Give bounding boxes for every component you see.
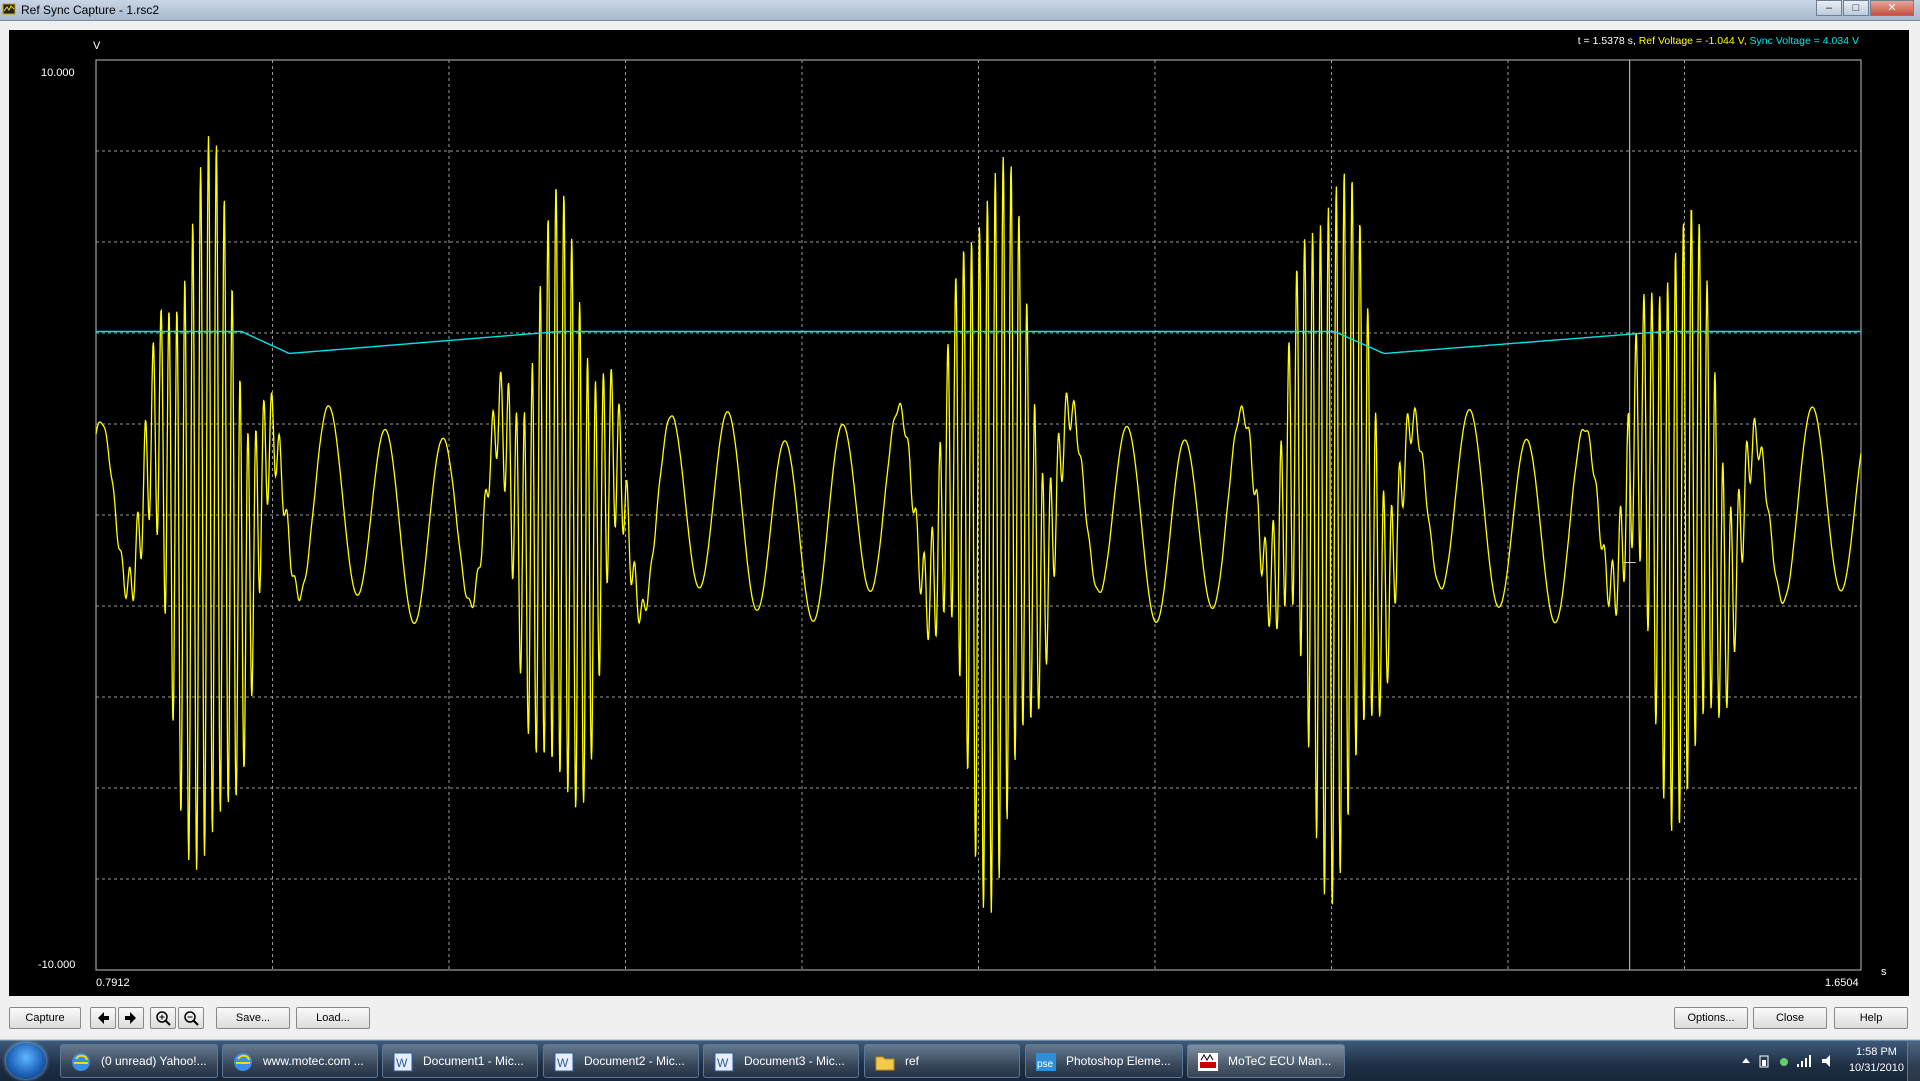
scope-plot-svg <box>95 59 1862 971</box>
word-icon: W <box>554 1052 574 1072</box>
taskbar: (0 unread) Yahoo!... www.motec.com ... W Do… <box>0 1040 1920 1081</box>
scroll-right-button[interactable] <box>118 1007 144 1029</box>
client-area: V 10.000 -10.000 0.7912 1.6504 s t = 1.5… <box>0 21 1920 1039</box>
app-icon <box>2 3 16 15</box>
taskbar-item-label: ref <box>905 1054 920 1068</box>
clock-date: 10/31/2010 <box>1848 1062 1904 1074</box>
tray-icons <box>1742 1055 1830 1068</box>
maximize-button[interactable]: □ <box>1843 0 1869 16</box>
title-bar: Ref Sync Capture - 1.rsc2 – □ ✕ <box>0 0 1920 21</box>
capture-button[interactable]: Capture <box>9 1007 81 1029</box>
network-status-icon <box>1780 1058 1788 1066</box>
help-button[interactable]: Help <box>1834 1007 1908 1029</box>
taskbar-item[interactable]: (0 unread) Yahoo!... <box>60 1044 218 1078</box>
taskbar-item[interactable]: pse Photoshop Eleme... <box>1025 1044 1183 1078</box>
save-button[interactable]: Save... <box>216 1007 290 1029</box>
clock-time: 1:58 PM <box>1855 1046 1897 1058</box>
taskbar-item[interactable]: MoTeC ECU Man... <box>1187 1044 1345 1078</box>
taskbar-item-label: www.motec.com ... <box>263 1054 364 1068</box>
taskbar-item[interactable]: ref <box>864 1044 1020 1078</box>
clock[interactable]: 1:58 PM 10/31/2010 <box>1849 1044 1904 1076</box>
bottom-toolbar: Capture Save... Load... Options... Close… <box>0 999 1920 1039</box>
word-icon: W <box>714 1052 734 1072</box>
svg-text:W: W <box>717 1056 729 1070</box>
ie-icon <box>234 1053 252 1071</box>
motec-icon <box>1198 1053 1218 1071</box>
taskbar-item[interactable]: www.motec.com ... <box>222 1044 378 1078</box>
y-unit-label: V <box>93 40 101 52</box>
folder-icon <box>875 1056 895 1071</box>
readout-sync-voltage: Sync Voltage = 4.034 V <box>1749 35 1859 47</box>
word-icon: W <box>393 1052 413 1072</box>
readout-time: t = 1.5378 s, <box>1577 35 1636 47</box>
taskbar-item-label: Document3 - Mic... <box>744 1054 845 1068</box>
zoom-in-button[interactable] <box>150 1007 176 1029</box>
close-button[interactable]: Close <box>1753 1007 1827 1029</box>
ie-icon <box>72 1053 90 1071</box>
show-desktop-button[interactable] <box>1907 1041 1920 1081</box>
taskbar-item-label: Photoshop Eleme... <box>1066 1054 1171 1068</box>
start-button[interactable] <box>6 1043 46 1079</box>
arrow-left-icon <box>98 1012 109 1024</box>
close-window-button[interactable]: ✕ <box>1870 0 1914 16</box>
taskbar-item-label: MoTeC ECU Man... <box>1228 1054 1332 1068</box>
cursor-readout: t = 1.5378 s, Ref Voltage = -1.044 V, Sy… <box>1578 35 1859 47</box>
pse-icon: pse <box>1036 1053 1056 1071</box>
taskbar-item-label: (0 unread) Yahoo!... <box>101 1054 207 1068</box>
svg-text:W: W <box>396 1056 408 1070</box>
y-max-label: 10.000 <box>41 67 75 79</box>
system-tray: 1:58 PM 10/31/2010 <box>1700 1041 1920 1081</box>
taskbar-item[interactable]: W Document2 - Mic... <box>543 1044 699 1078</box>
signal-icon <box>1797 1055 1811 1067</box>
taskbar-item[interactable]: W Document1 - Mic... <box>382 1044 538 1078</box>
svg-text:pse: pse <box>1037 1059 1054 1070</box>
volume-icon <box>1822 1055 1830 1067</box>
zoom-in-icon <box>156 1011 171 1026</box>
taskbar-item-label: Document2 - Mic... <box>584 1054 685 1068</box>
scope-plot[interactable]: V 10.000 -10.000 0.7912 1.6504 s t = 1.5… <box>9 30 1909 996</box>
zoom-out-icon <box>184 1011 199 1026</box>
x-max-label: 1.6504 <box>1825 977 1859 989</box>
load-button[interactable]: Load... <box>296 1007 370 1029</box>
taskbar-item-label: Document1 - Mic... <box>423 1054 524 1068</box>
window-title: Ref Sync Capture - 1.rsc2 <box>21 3 160 17</box>
options-button[interactable]: Options... <box>1674 1007 1748 1029</box>
arrow-right-icon <box>125 1012 136 1024</box>
svg-text:W: W <box>557 1056 569 1070</box>
x-min-label: 0.7912 <box>96 977 130 989</box>
scroll-left-button[interactable] <box>90 1007 116 1029</box>
readout-ref-voltage: Ref Voltage = -1.044 V, <box>1638 35 1747 47</box>
show-hidden-icons-icon <box>1742 1058 1750 1063</box>
taskbar-item[interactable]: W Document3 - Mic... <box>703 1044 859 1078</box>
x-unit-label: s <box>1881 966 1887 978</box>
zoom-out-button[interactable] <box>178 1007 204 1029</box>
y-min-label: -10.000 <box>38 959 76 971</box>
minimize-button[interactable]: – <box>1816 0 1842 16</box>
